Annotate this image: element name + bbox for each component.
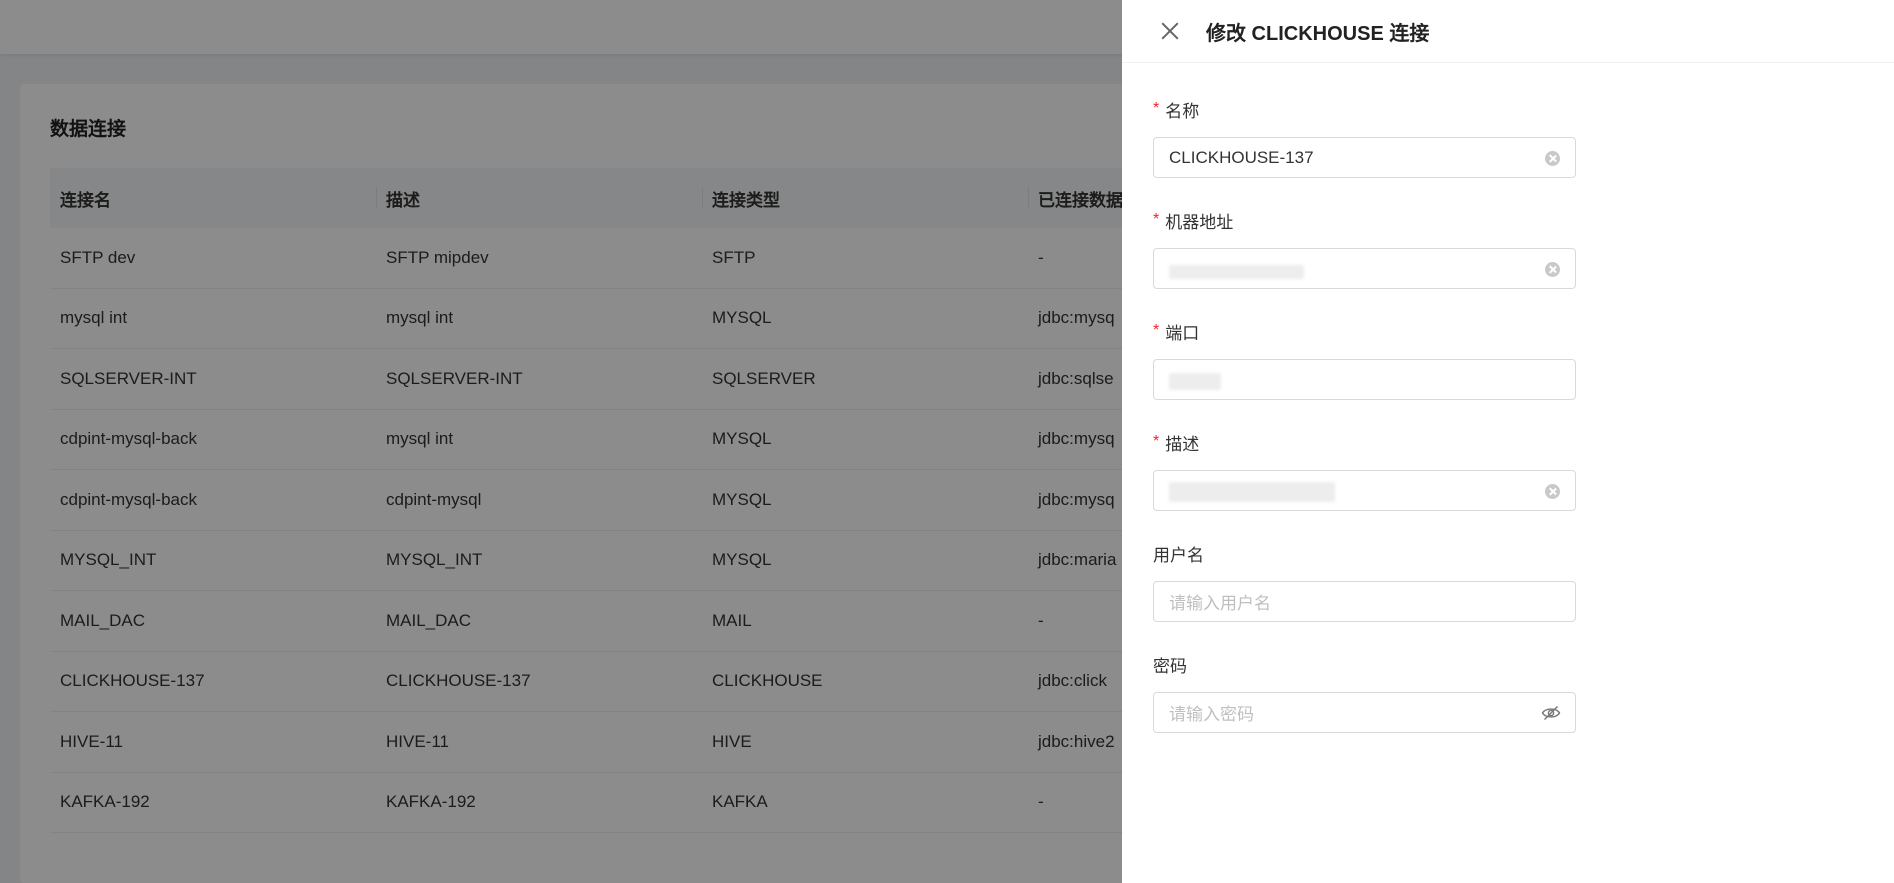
required-mark: *: [1153, 322, 1160, 339]
password-input[interactable]: 请输入密码: [1153, 692, 1576, 733]
redacted-value: [1169, 481, 1335, 502]
name-field: * 名称 CLICKHOUSE-137: [1153, 97, 1576, 208]
drawer-header: 修改 CLICKHOUSE 连接: [1122, 0, 1894, 63]
close-icon[interactable]: [1160, 21, 1180, 41]
description-input[interactable]: [1153, 470, 1576, 511]
port-field: * 端口: [1153, 319, 1576, 430]
drawer-title: 修改 CLICKHOUSE 连接: [1206, 22, 1430, 45]
edit-connection-drawer: 修改 CLICKHOUSE 连接 * 名称 CLICKHOUSE-137 * 机…: [1122, 0, 1894, 883]
host-label: * 机器地址: [1153, 208, 1576, 232]
password-label-text: 密码: [1153, 656, 1187, 676]
username-label: 用户名: [1153, 541, 1576, 565]
name-input-value: CLICKHOUSE-137: [1169, 147, 1314, 167]
required-mark: *: [1153, 433, 1160, 450]
port-input[interactable]: [1153, 359, 1576, 400]
connection-form: * 名称 CLICKHOUSE-137 * 机器地址 * 端口 * 描述 用户名…: [1153, 97, 1576, 763]
username-label-text: 用户名: [1153, 545, 1204, 565]
password-label: 密码: [1153, 652, 1576, 676]
required-mark: *: [1153, 211, 1160, 228]
description-field: * 描述: [1153, 430, 1576, 541]
description-label-text: 描述: [1165, 434, 1200, 454]
host-label-text: 机器地址: [1165, 212, 1234, 232]
clear-icon[interactable]: [1545, 484, 1560, 499]
username-placeholder: 请输入用户名: [1169, 594, 1271, 613]
clear-icon[interactable]: [1545, 151, 1560, 166]
password-placeholder: 请输入密码: [1169, 705, 1254, 724]
port-label: * 端口: [1153, 319, 1576, 343]
eye-off-icon[interactable]: [1541, 705, 1561, 721]
username-field: 用户名 请输入用户名: [1153, 541, 1576, 652]
host-field: * 机器地址: [1153, 208, 1576, 319]
name-input[interactable]: CLICKHOUSE-137: [1153, 137, 1576, 178]
host-input[interactable]: [1153, 248, 1576, 289]
redacted-value: [1169, 373, 1221, 390]
required-mark: *: [1153, 100, 1160, 117]
name-label-text: 名称: [1165, 101, 1200, 121]
username-input[interactable]: 请输入用户名: [1153, 581, 1576, 622]
redacted-value: [1169, 264, 1304, 279]
port-label-text: 端口: [1165, 323, 1200, 343]
password-field: 密码 请输入密码: [1153, 652, 1576, 763]
description-label: * 描述: [1153, 430, 1576, 454]
name-label: * 名称: [1153, 97, 1576, 121]
clear-icon[interactable]: [1545, 262, 1560, 277]
